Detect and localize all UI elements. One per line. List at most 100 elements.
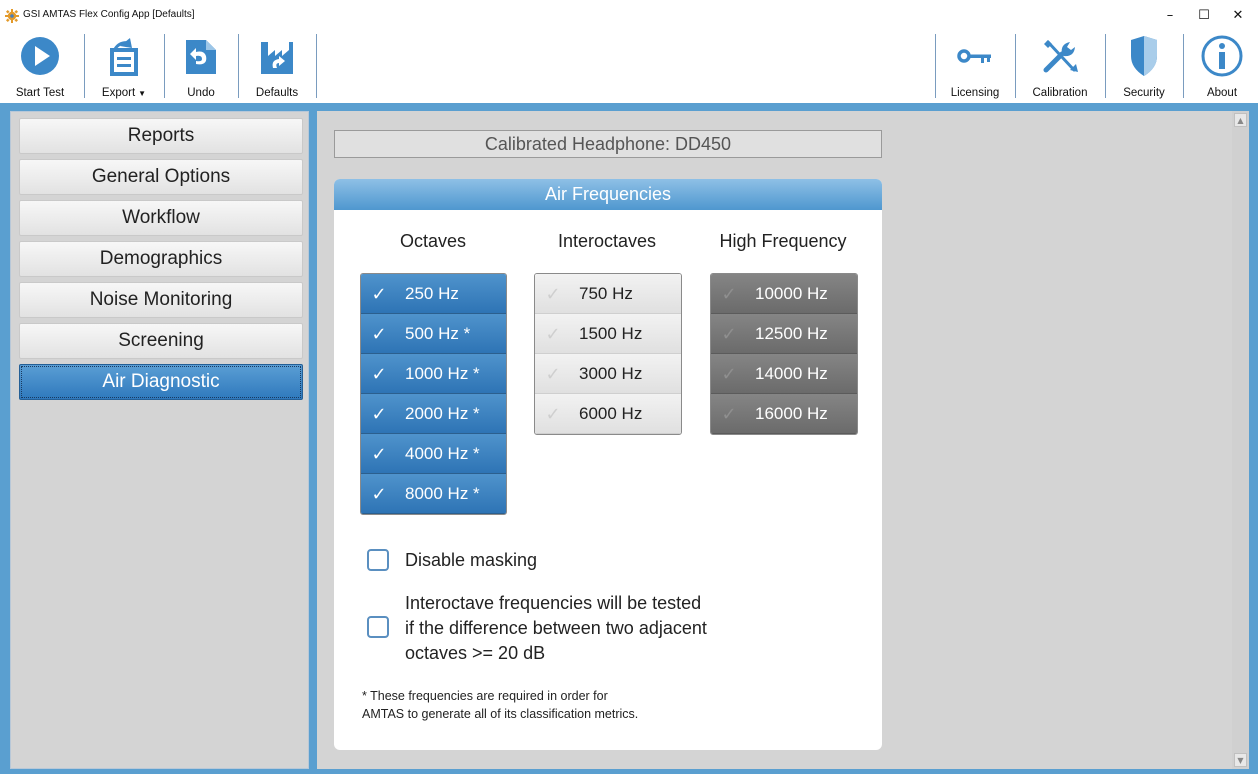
- freq-label: 250 Hz: [405, 284, 459, 303]
- scroll-down-icon[interactable]: ▼: [1234, 753, 1247, 767]
- sidebar-item-workflow[interactable]: Workflow: [19, 200, 303, 236]
- freq-toggle-8000[interactable]: ✓ 8000 Hz *: [361, 474, 506, 514]
- workspace: Reports General Options Workflow Demogra…: [0, 103, 1258, 774]
- tools-icon: [1040, 34, 1080, 78]
- close-button[interactable]: ✕: [1221, 2, 1255, 28]
- high-frequency-title: High Frequency: [719, 231, 847, 251]
- minimize-icon: –: [1166, 7, 1174, 23]
- check-icon: ✓: [371, 404, 387, 425]
- sidebar-item-air-diagnostic[interactable]: Air Diagnostic: [19, 364, 303, 400]
- freq-label: 14000 Hz: [755, 364, 828, 383]
- freq-toggle-12500[interactable]: ✓ 12500 Hz: [711, 314, 857, 354]
- check-icon: ✓: [371, 444, 387, 465]
- toolbar: Start Test Export ▼ Undo Defaults Licens…: [0, 31, 1258, 101]
- about-label: About: [1206, 87, 1238, 99]
- check-icon: ✓: [371, 324, 387, 345]
- scroll-up-icon[interactable]: ▲: [1234, 113, 1247, 127]
- check-icon: ✓: [545, 404, 561, 425]
- check-icon: ✓: [545, 284, 561, 305]
- main-content: Calibrated Headphone: DD450 Air Frequenc…: [317, 111, 1249, 769]
- freq-label: 750 Hz: [579, 284, 633, 303]
- freq-toggle-2000[interactable]: ✓ 2000 Hz *: [361, 394, 506, 434]
- toolbar-separator: [84, 34, 85, 98]
- freq-toggle-1500[interactable]: ✓ 1500 Hz: [535, 314, 681, 354]
- undo-label: Undo: [187, 87, 215, 99]
- play-icon: [20, 34, 60, 78]
- freq-toggle-1000[interactable]: ✓ 1000 Hz *: [361, 354, 506, 394]
- undo-button[interactable]: Undo: [168, 31, 234, 101]
- sidebar-item-label: Air Diagnostic: [102, 371, 220, 392]
- freq-toggle-3000[interactable]: ✓ 3000 Hz: [535, 354, 681, 394]
- maximize-button[interactable]: ☐: [1187, 2, 1221, 28]
- disable-masking-checkbox[interactable]: [367, 549, 389, 571]
- export-button[interactable]: Export ▼: [88, 31, 160, 101]
- sidebar-item-label: Reports: [127, 125, 195, 146]
- vertical-scrollbar[interactable]: ▲ ▼: [1232, 111, 1249, 769]
- sidebar-item-label: Demographics: [99, 248, 223, 269]
- key-icon: [955, 34, 995, 78]
- check-icon: ✓: [721, 324, 737, 345]
- calibrated-headphone: Calibrated Headphone: DD450: [334, 130, 882, 158]
- freq-toggle-14000[interactable]: ✓ 14000 Hz: [711, 354, 857, 394]
- export-icon: [106, 34, 142, 78]
- freq-toggle-6000[interactable]: ✓ 6000 Hz: [535, 394, 681, 434]
- toolbar-separator: [1105, 34, 1106, 98]
- check-icon: ✓: [721, 364, 737, 385]
- toolbar-separator: [238, 34, 239, 98]
- freq-label: 3000 Hz: [579, 364, 643, 383]
- sidebar-item-general-options[interactable]: General Options: [19, 159, 303, 195]
- toolbar-separator: [935, 34, 936, 98]
- check-icon: ✓: [721, 284, 737, 305]
- sidebar-item-label: Workflow: [122, 207, 200, 228]
- factory-icon: [259, 34, 295, 78]
- freq-toggle-250[interactable]: ✓ 250 Hz: [361, 274, 506, 314]
- licensing-button[interactable]: Licensing: [940, 31, 1010, 101]
- check-icon: ✓: [371, 284, 387, 305]
- footnote: * These frequencies are required in orde…: [362, 689, 639, 721]
- toolbar-separator: [1015, 34, 1016, 98]
- export-label: Export ▼: [101, 87, 147, 99]
- freq-label: 2000 Hz *: [405, 404, 480, 423]
- interoctaves-group: ✓ 750 Hz ✓ 1500 Hz ✓ 3000 Hz ✓ 6000 Hz: [534, 273, 682, 435]
- high-frequency-group: ✓ 10000 Hz ✓ 12500 Hz ✓ 14000 Hz ✓ 16000 Hz: [710, 273, 858, 435]
- check-icon: ✓: [545, 324, 561, 345]
- maximize-icon: ☐: [1198, 7, 1210, 23]
- undo-icon: [184, 34, 218, 78]
- sidebar-item-reports[interactable]: Reports: [19, 118, 303, 154]
- shield-icon: [1127, 34, 1161, 78]
- licensing-label: Licensing: [950, 87, 1000, 99]
- freq-label: 4000 Hz *: [405, 444, 480, 463]
- freq-toggle-4000[interactable]: ✓ 4000 Hz *: [361, 434, 506, 474]
- minimize-button[interactable]: –: [1153, 2, 1187, 28]
- security-button[interactable]: Security: [1109, 31, 1179, 101]
- sidebar-item-noise-monitoring[interactable]: Noise Monitoring: [19, 282, 303, 318]
- sidebar: Reports General Options Workflow Demogra…: [10, 111, 309, 769]
- freq-toggle-10000[interactable]: ✓ 10000 Hz: [711, 274, 857, 314]
- about-button[interactable]: About: [1187, 31, 1257, 101]
- sidebar-item-demographics[interactable]: Demographics: [19, 241, 303, 277]
- toolbar-separator: [316, 34, 317, 98]
- freq-label: 16000 Hz: [755, 404, 828, 423]
- panel-title: Air Frequencies: [334, 179, 882, 210]
- octaves-group: ✓ 250 Hz ✓ 500 Hz * ✓ 1000 Hz * ✓ 2000 Hz * …: [360, 273, 507, 515]
- interoctave-rule-checkbox[interactable]: [367, 616, 389, 638]
- defaults-button[interactable]: Defaults: [242, 31, 312, 101]
- freq-toggle-16000[interactable]: ✓ 16000 Hz: [711, 394, 857, 434]
- calibration-label: Calibration: [1032, 87, 1088, 99]
- window-title: GSI AMTAS Flex Config App [Defaults]: [23, 9, 195, 20]
- sidebar-item-label: Screening: [118, 330, 204, 351]
- close-icon: ✕: [1232, 7, 1244, 23]
- check-icon: ✓: [371, 484, 387, 505]
- start-test-button[interactable]: Start Test: [0, 31, 80, 101]
- defaults-label: Defaults: [255, 87, 299, 99]
- sidebar-item-screening[interactable]: Screening: [19, 323, 303, 359]
- start-test-label: Start Test: [15, 87, 65, 99]
- freq-toggle-500[interactable]: ✓ 500 Hz *: [361, 314, 506, 354]
- freq-label: 500 Hz *: [405, 324, 471, 343]
- calibration-button[interactable]: Calibration: [1019, 31, 1101, 101]
- freq-label: 6000 Hz: [579, 404, 643, 423]
- app-window: GSI AMTAS Flex Config App [Defaults] – ☐…: [0, 0, 1258, 774]
- chevron-down-icon: ▼: [138, 89, 147, 98]
- freq-toggle-750[interactable]: ✓ 750 Hz: [535, 274, 681, 314]
- freq-label: 12500 Hz: [755, 324, 828, 343]
